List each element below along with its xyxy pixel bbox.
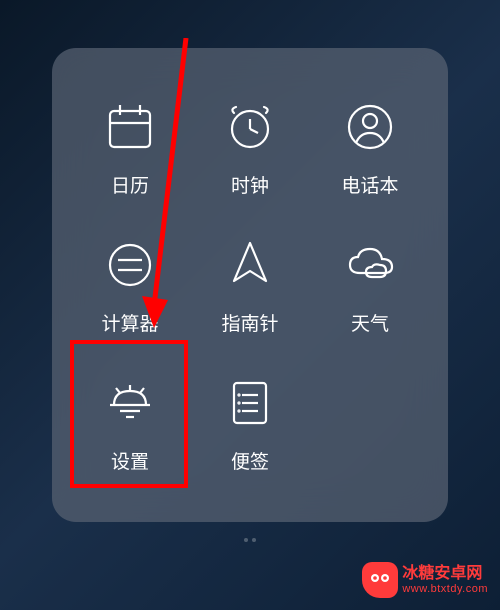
watermark-text: 冰糖安卓网 www.btxtdy.com [402,565,488,595]
app-calculator[interactable]: 计算器 [70,216,190,354]
app-calendar[interactable]: 日历 [70,78,190,216]
app-compass[interactable]: 指南针 [190,216,310,354]
watermark-logo-icon [362,562,398,598]
app-grid: 日历 时钟 电话本 [70,78,430,492]
app-contacts[interactable]: 电话本 [310,78,430,216]
app-settings[interactable]: 设置 [70,354,190,492]
calculator-icon [100,235,160,295]
calendar-icon [100,97,160,157]
clock-icon [220,97,280,157]
app-label: 天气 [351,309,389,336]
app-label: 时钟 [231,171,269,198]
compass-icon [220,235,280,295]
app-label: 指南针 [221,309,278,336]
page-indicator [244,538,256,542]
app-clock[interactable]: 时钟 [190,78,310,216]
watermark: 冰糖安卓网 www.btxtdy.com [362,562,488,598]
app-label: 日历 [111,171,149,198]
app-folder-panel: 日历 时钟 电话本 [52,48,448,522]
watermark-url: www.btxtdy.com [402,583,488,595]
app-weather[interactable]: 天气 [310,216,430,354]
settings-icon [100,373,160,433]
app-notes[interactable]: 便签 [190,354,310,492]
app-label: 计算器 [101,309,158,336]
app-label: 便签 [231,447,269,474]
notes-icon [220,373,280,433]
empty-cell [310,354,430,492]
weather-icon [340,235,400,295]
contacts-icon [340,97,400,157]
watermark-brand: 冰糖安卓网 [402,565,488,583]
app-label: 电话本 [341,171,398,198]
app-label: 设置 [111,447,149,474]
